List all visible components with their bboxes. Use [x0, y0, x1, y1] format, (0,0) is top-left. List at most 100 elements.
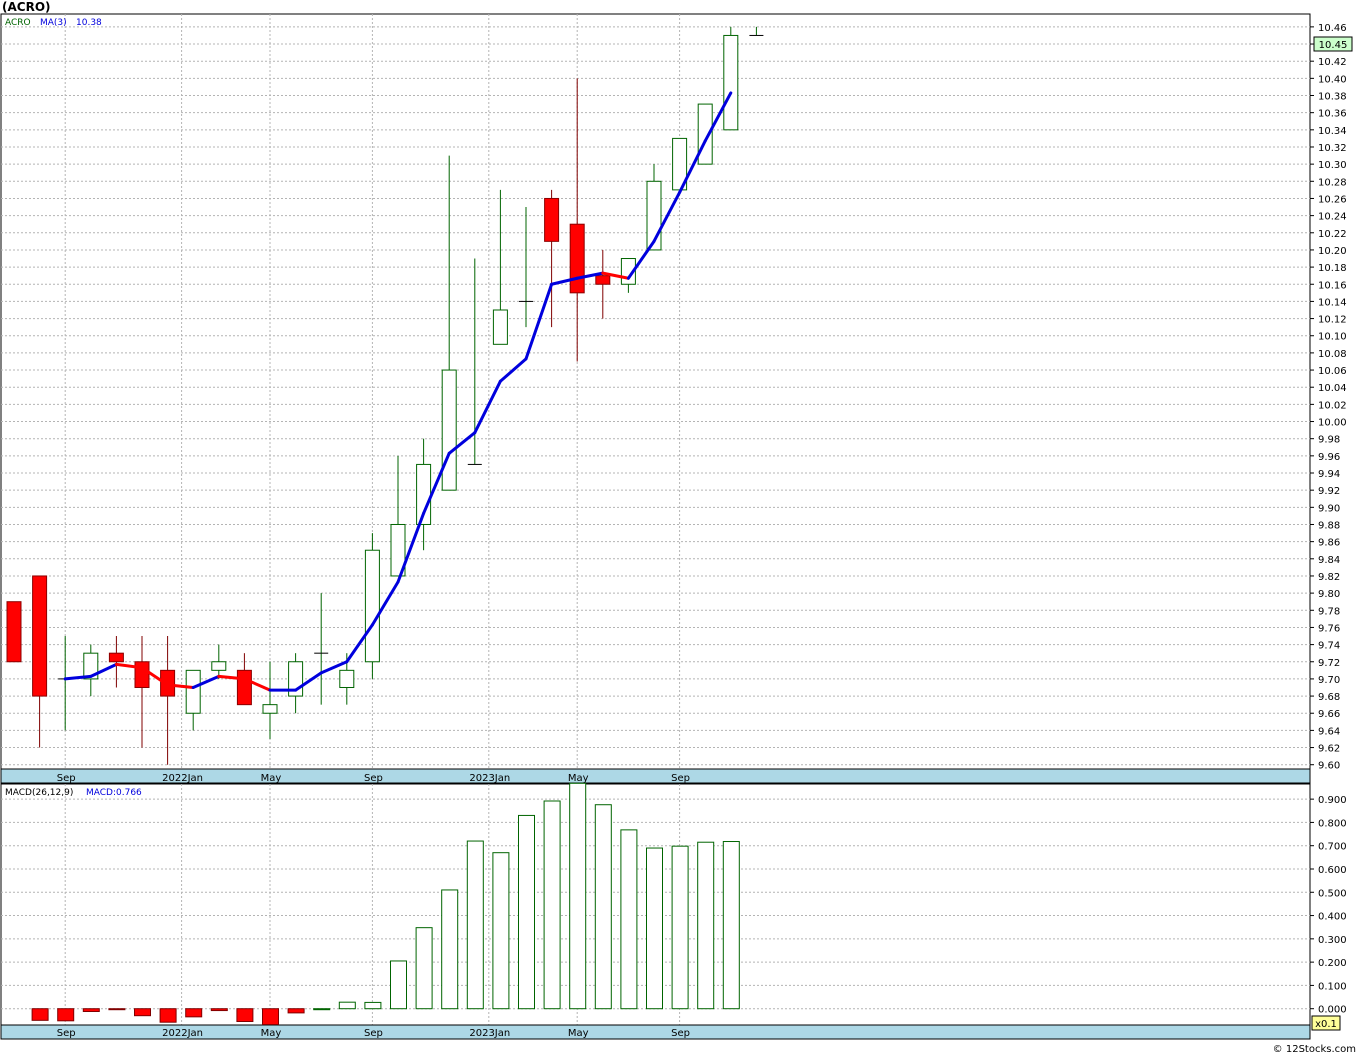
macd-bar — [31, 1008, 49, 1021]
price-y-tick-label: 10.10 — [1318, 332, 1347, 343]
macd-bar — [415, 927, 433, 1010]
price-y-tick-label: 9.62 — [1318, 744, 1340, 755]
candle-body — [32, 575, 48, 697]
price-y-tick-label: 10.40 — [1318, 74, 1347, 85]
price-y-tick-label: 9.86 — [1318, 538, 1340, 549]
price-x-tick-label: May — [261, 773, 282, 784]
macd-legend-value: MACD:0.766 — [86, 788, 142, 798]
price-y-tick-label: 10.20 — [1318, 246, 1347, 257]
price-y-tick-label: 10.24 — [1318, 212, 1347, 223]
macd-bar — [594, 804, 612, 1010]
price-y-tick-label: 9.80 — [1318, 589, 1340, 600]
macd-panel: 0.900 0.800 0.700 0.600 0.500 0.400 0.300 0.200… — [0, 782, 1347, 1040]
macd-bar — [108, 1008, 126, 1011]
macd-y-tick-label: 0.800 — [1318, 818, 1347, 829]
candle-body — [441, 369, 457, 491]
price-y-tick-label: 10.00 — [1318, 418, 1347, 429]
macd-bar — [82, 1008, 100, 1012]
last-price-label: 10.45 — [1319, 40, 1348, 51]
candle-body — [262, 704, 278, 714]
macd-x-tick-label: Sep — [57, 1028, 76, 1039]
price-y-tick-label: 9.74 — [1318, 641, 1340, 652]
macd-bar — [466, 840, 484, 1010]
price-y-axis: 10.4610.4410.4210.4010.3810.3610.3410.32… — [1310, 23, 1347, 772]
macd-bar — [185, 1008, 203, 1018]
price-y-tick-label: 10.42 — [1318, 57, 1347, 68]
price-y-tick-label: 9.64 — [1318, 726, 1340, 737]
candle-body — [6, 601, 22, 663]
candle-body — [339, 669, 355, 688]
legend-ticker: ACRO — [5, 18, 31, 28]
price-y-tick-label: 9.60 — [1318, 761, 1340, 772]
price-panel: 10.4610.4410.4210.4010.3810.3610.3410.32… — [0, 13, 1353, 784]
macd-x-tick-label: May — [568, 1028, 589, 1039]
macd-y-tick-label: 0.200 — [1318, 958, 1347, 969]
candle-body — [108, 652, 124, 663]
price-y-tick-label: 10.12 — [1318, 315, 1347, 326]
price-panel-frame — [0, 13, 1311, 770]
price-y-tick-label: 9.88 — [1318, 520, 1340, 531]
macd-bar — [57, 1008, 75, 1022]
price-y-tick-label: 9.76 — [1318, 623, 1340, 634]
price-y-tick-label: 9.82 — [1318, 572, 1340, 583]
price-y-tick-label: 10.46 — [1318, 23, 1347, 34]
price-y-tick-label: 9.68 — [1318, 692, 1340, 703]
price-y-tick-label: 10.32 — [1318, 143, 1347, 154]
price-y-tick-label: 9.98 — [1318, 435, 1340, 446]
price-y-tick-label: 9.72 — [1318, 658, 1340, 669]
macd-bar — [210, 1008, 228, 1012]
macd-bar — [313, 1008, 331, 1011]
price-y-tick-label: 10.30 — [1318, 160, 1347, 171]
macd-y-tick-label: 0.500 — [1318, 888, 1347, 899]
stock-chart: 10.4610.4410.4210.4010.3810.3610.3410.32… — [0, 13, 1353, 1040]
copyright: © 12Stocks.com — [1272, 1044, 1356, 1055]
price-y-tick-label: 10.34 — [1318, 126, 1347, 137]
macd-bar — [646, 847, 663, 1010]
candle-body — [569, 223, 585, 294]
price-y-tick-label: 10.26 — [1318, 194, 1347, 205]
macd-bar — [620, 829, 638, 1010]
macd-bar — [671, 845, 689, 1010]
price-y-tick-label: 10.38 — [1318, 92, 1347, 103]
price-y-tick-label: 10.04 — [1318, 383, 1347, 394]
macd-y-tick-label: 0.700 — [1318, 842, 1347, 853]
price-y-tick-label: 10.22 — [1318, 229, 1347, 240]
price-y-tick-label: 10.28 — [1318, 177, 1347, 188]
macd-bar — [134, 1008, 151, 1017]
price-y-tick-label: 9.78 — [1318, 606, 1340, 617]
macd-bar — [338, 1001, 356, 1010]
price-x-tick-label: May — [568, 773, 589, 784]
candle-body — [185, 669, 201, 714]
price-y-tick-label: 10.06 — [1318, 366, 1347, 377]
macd-y-tick-label: 0.600 — [1318, 865, 1347, 876]
macd-bar — [390, 960, 407, 1010]
candle-body — [723, 34, 739, 131]
price-y-tick-label: 10.08 — [1318, 349, 1347, 360]
candle-body — [364, 549, 380, 663]
price-y-tick-label: 9.92 — [1318, 486, 1340, 497]
macd-bar — [364, 1001, 382, 1010]
legend-ma-value: 10.38 — [76, 18, 102, 28]
macd-bar — [722, 841, 740, 1010]
price-y-tick-label: 9.84 — [1318, 555, 1340, 566]
macd-bar — [492, 852, 510, 1010]
candle-body — [595, 275, 611, 285]
price-x-tick-label: Sep — [57, 773, 76, 784]
price-y-tick-label: 10.02 — [1318, 400, 1347, 411]
macd-y-tick-label: 0.900 — [1318, 795, 1347, 806]
macd-bar — [236, 1008, 254, 1023]
macd-x-tick-label: May — [261, 1028, 282, 1039]
macd-x-tick-label: Sep — [671, 1028, 690, 1039]
macd-legend-label: MACD(26,12,9) — [5, 788, 73, 798]
macd-bar — [441, 889, 459, 1010]
macd-bar — [518, 814, 535, 1010]
macd-bar — [262, 1008, 279, 1026]
macd-bar — [287, 1008, 305, 1014]
price-x-tick-label: 2023Jan — [469, 773, 510, 784]
price-y-tick-label: 10.14 — [1318, 297, 1347, 308]
candle-body — [544, 197, 560, 242]
macd-bar — [543, 800, 561, 1010]
price-y-tick-label: 9.70 — [1318, 675, 1340, 686]
price-x-tick-label: Sep — [364, 773, 383, 784]
macd-bar — [159, 1008, 177, 1023]
